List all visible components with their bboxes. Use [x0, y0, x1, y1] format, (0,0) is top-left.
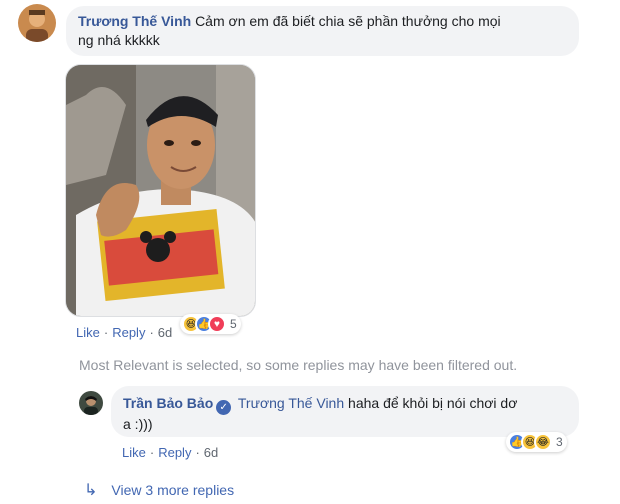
reply-reactions[interactable]: 👍 😆 😂 3	[506, 432, 567, 452]
reply-button[interactable]: Reply	[112, 325, 145, 340]
haha-icon: 😂	[534, 433, 552, 451]
love-icon: ♥	[208, 315, 226, 333]
filter-notice: Most Relevant is selected, so some repli…	[79, 357, 518, 373]
comment-photo[interactable]	[65, 64, 256, 317]
comment-text-cont: ng nhá kkkkk	[78, 32, 160, 48]
separator: ·	[103, 325, 109, 340]
reply-text-cont: a :)))	[123, 416, 153, 432]
separator: ·	[149, 445, 155, 460]
separator: ·	[149, 325, 154, 340]
timestamp[interactable]: 6d	[204, 445, 218, 460]
reply-actions: Like · Reply · 6d	[122, 445, 218, 460]
comment-reactions[interactable]: 😆 👍 ♥ 5	[180, 314, 241, 334]
reply-arrow-icon: ↳	[84, 482, 98, 499]
comment-author[interactable]: Trương Thế Vinh	[78, 13, 191, 29]
like-button[interactable]: Like	[122, 445, 146, 460]
reply-author-avatar[interactable]	[79, 391, 103, 415]
commenter-avatar[interactable]	[18, 4, 56, 42]
comment-text: Cảm ơn em đã biết chia sẽ phần thưởng ch…	[195, 13, 501, 29]
comment-actions: Like · Reply · 6d	[76, 325, 172, 340]
reply-text: haha để khỏi bị nói chơi dơ	[348, 395, 518, 411]
separator: ·	[195, 445, 200, 460]
reply-button[interactable]: Reply	[158, 445, 191, 460]
comment-bubble: Trương Thế Vinh Cảm ơn em đã biết chia s…	[66, 6, 579, 56]
like-button[interactable]: Like	[76, 325, 100, 340]
view-more-label: View 3 more replies	[111, 482, 235, 498]
reaction-count: 5	[230, 317, 237, 331]
reply-author[interactable]: Trần Bảo Bảo	[123, 395, 213, 411]
reply-bubble: Trần Bảo Bảo ✓ Trương Thế Vinh haha để kh…	[111, 386, 579, 437]
view-more-replies-link[interactable]: ↳ View 3 more replies	[84, 480, 234, 500]
verified-badge-icon: ✓	[216, 400, 232, 415]
timestamp[interactable]: 6d	[158, 325, 172, 340]
reply-mention[interactable]: Trương Thế Vinh	[238, 395, 344, 411]
reaction-count: 3	[556, 435, 563, 449]
